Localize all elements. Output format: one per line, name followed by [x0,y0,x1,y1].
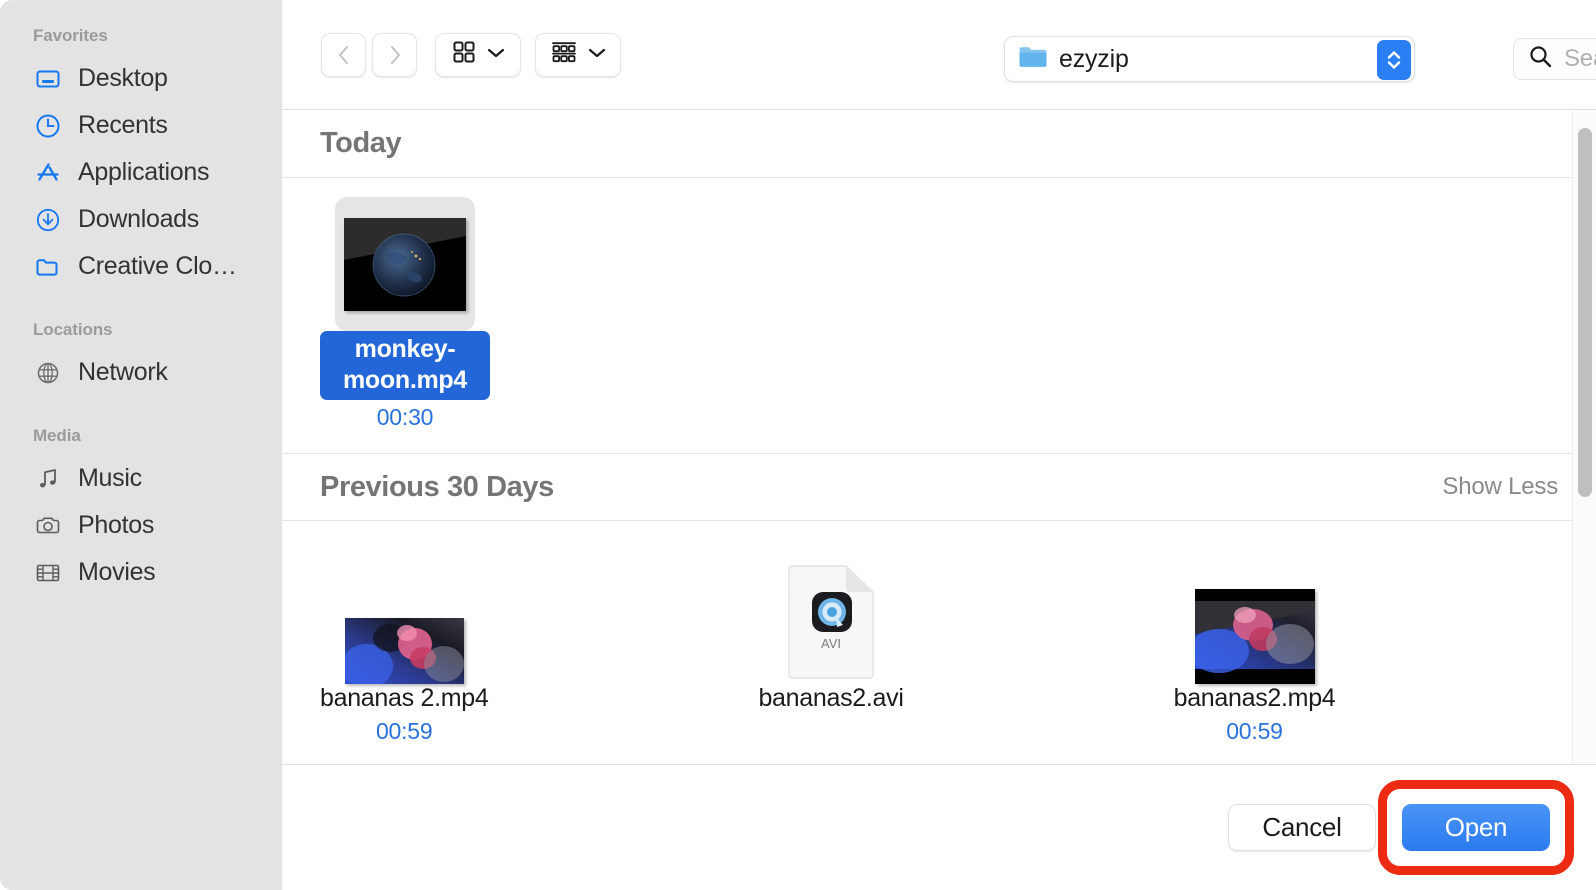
svg-text:AVI: AVI [821,636,841,651]
open-button-label: Open [1445,812,1507,843]
sidebar-item-label: Music [78,464,142,493]
view-option-buttons [435,33,621,77]
sidebar-item-label: Network [78,358,168,387]
file-name: bananas 2.mp4 [320,684,488,714]
updown-stepper-icon[interactable] [1377,40,1411,80]
sidebar-group-favorites: Favorites Desktop Recents Applications [0,26,282,290]
file-meta: 00:30 [377,404,434,431]
icon-view-button[interactable] [435,33,521,77]
folder-icon [1018,44,1048,75]
folder-icon [33,252,63,282]
blue-pink-smoke-thumbnail-icon [345,618,464,684]
chevron-right-icon [385,43,405,67]
forward-button[interactable] [372,33,417,77]
sidebar-item-label: Recents [78,111,168,140]
sidebar-item-music[interactable]: Music [0,455,282,502]
clock-icon [33,111,63,141]
section-header-today: Today [282,110,1596,178]
globe-icon [33,358,63,388]
grid-view-icon [452,40,476,69]
sidebar-item-label: Downloads [78,205,199,234]
file-meta: 00:59 [1226,718,1283,745]
sidebar-item-downloads[interactable]: Downloads [0,196,282,243]
group-view-button[interactable] [535,33,621,77]
current-folder-label: ezyzip [1059,45,1129,74]
file-thumbnail [345,549,464,684]
file-thumbnail [1195,549,1315,684]
section-header-previous-30-days: Previous 30 Days Show Less [282,453,1596,521]
file-row-previous-30-days: bananas 2.mp4 00:59 [282,521,1596,764]
film-icon [33,558,63,588]
earth-from-space-thumbnail-icon [344,218,466,311]
sidebar-item-label: Creative Clo… [78,252,237,281]
file-thumbnail: AVI [787,549,875,684]
chevron-left-icon [334,43,354,67]
show-less-button[interactable]: Show Less [1442,473,1558,501]
open-button[interactable]: Open [1402,804,1550,851]
download-icon [33,205,63,235]
chevron-down-icon [588,46,606,64]
sidebar-item-label: Movies [78,558,155,587]
file-name: bananas2.mp4 [1174,684,1336,714]
sidebar-group-title-favorites: Favorites [0,26,282,46]
file-item-bananas2-mp4[interactable]: bananas2.mp4 00:59 [1174,549,1336,764]
quicktime-avi-document-icon: AVI [787,565,875,684]
music-note-icon [33,464,63,494]
search-placeholder-text: Search [1564,45,1596,73]
dialog-footer: Cancel Open [282,764,1596,890]
open-button-wrapper: Open [1402,804,1550,851]
desktop-icon [33,64,63,94]
file-item-bananas-2-mp4[interactable]: bananas 2.mp4 00:59 [320,549,488,764]
navigation-buttons [321,33,417,77]
sidebar-group-title-locations: Locations [0,320,282,340]
sidebar-item-label: Photos [78,511,154,540]
scrollbar-thumb[interactable] [1578,128,1592,497]
group-view-icon [551,40,577,69]
sidebar: Favorites Desktop Recents Applications [0,0,282,890]
cancel-button[interactable]: Cancel [1228,804,1376,851]
open-file-dialog: Favorites Desktop Recents Applications [0,0,1596,890]
file-item-bananas2-avi[interactable]: AVI bananas2.avi [758,549,903,764]
file-browser[interactable]: Today [282,110,1596,764]
sidebar-group-media: Media Music Photos Movies [0,426,282,596]
sidebar-item-creative-cloud[interactable]: Creative Clo… [0,243,282,290]
selected-thumbnail-backdrop [335,197,475,331]
chevron-down-icon [487,46,505,64]
section-title: Previous 30 Days [320,471,554,504]
current-folder-popup-button[interactable]: ezyzip [1004,36,1415,82]
sidebar-item-desktop[interactable]: Desktop [0,55,282,102]
file-row-today: monkey-moon.mp4 00:30 [282,178,1596,453]
sidebar-item-network[interactable]: Network [0,349,282,396]
sidebar-item-label: Applications [78,158,209,187]
file-meta: 00:59 [376,718,433,745]
sidebar-item-applications[interactable]: Applications [0,149,282,196]
applications-icon [33,158,63,188]
search-icon [1528,44,1553,74]
toolbar: ezyzip Search [282,0,1596,110]
blue-pink-smoke-wide-thumbnail-icon [1195,589,1315,684]
dialog-main: ezyzip Search Today [282,0,1596,890]
cancel-button-label: Cancel [1262,812,1341,843]
sidebar-item-movies[interactable]: Movies [0,549,282,596]
section-title: Today [320,127,401,160]
sidebar-group-locations: Locations Network [0,320,282,396]
file-name: monkey-moon.mp4 [320,331,490,400]
sidebar-item-label: Desktop [78,64,168,93]
file-name: bananas2.avi [758,684,903,714]
file-item-monkey-moon-mp4[interactable]: monkey-moon.mp4 00:30 [320,196,490,431]
sidebar-group-title-media: Media [0,426,282,446]
file-name-selected-label: monkey-moon.mp4 [320,331,490,400]
sidebar-item-recents[interactable]: Recents [0,102,282,149]
file-thumbnail [335,196,475,331]
back-button[interactable] [321,33,366,77]
search-input[interactable]: Search [1513,38,1596,80]
camera-icon [33,511,63,541]
vertical-scrollbar[interactable] [1572,110,1596,764]
sidebar-item-photos[interactable]: Photos [0,502,282,549]
